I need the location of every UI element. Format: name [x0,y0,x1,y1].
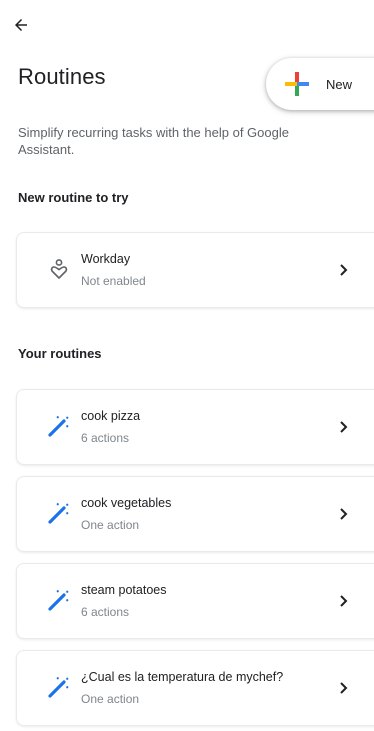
routine-card[interactable]: ¿Cual es la temperatura de mychef? One a… [16,650,374,726]
magic-wand-icon [48,503,69,524]
back-button[interactable] [8,12,34,38]
routine-name: cook pizza [81,409,141,423]
routine-name: cook vegetables [81,496,172,510]
chevron-right-icon [340,508,348,520]
routine-name: Workday [81,252,131,266]
routine-card-workday[interactable]: Workday Not enabled [16,232,374,308]
chevron-right-icon [340,421,348,433]
new-routine-label: New [326,76,353,92]
page-title: Routines [18,64,106,89]
magic-wand-icon [48,416,69,437]
routine-status: Not enabled [81,274,146,288]
section-heading-try: New routine to try [18,190,129,205]
routine-status: 6 actions [81,605,130,619]
arrow-back-icon [15,19,27,31]
google-plus-icon [285,72,309,96]
section-heading-yours: Your routines [18,346,102,361]
routine-status: One action [81,692,140,706]
routine-name: steam potatoes [81,583,167,597]
magic-wand-icon [48,590,69,611]
magic-wand-icon [48,677,69,698]
chevron-right-icon [340,264,348,276]
routine-card[interactable]: cook pizza 6 actions [16,389,374,465]
page-subtitle: Simplify recurring tasks with the help o… [18,125,289,157]
routine-card[interactable]: cook vegetables One action [16,476,374,552]
routine-card[interactable]: steam potatoes 6 actions [16,563,374,639]
person-heart-icon [50,259,68,279]
routine-status: 6 actions [81,431,130,445]
new-routine-button[interactable]: New [266,58,374,110]
chevron-right-icon [340,682,348,694]
routine-status: One action [81,518,140,532]
routine-name: ¿Cual es la temperatura de mychef? [81,670,284,684]
chevron-right-icon [340,595,348,607]
